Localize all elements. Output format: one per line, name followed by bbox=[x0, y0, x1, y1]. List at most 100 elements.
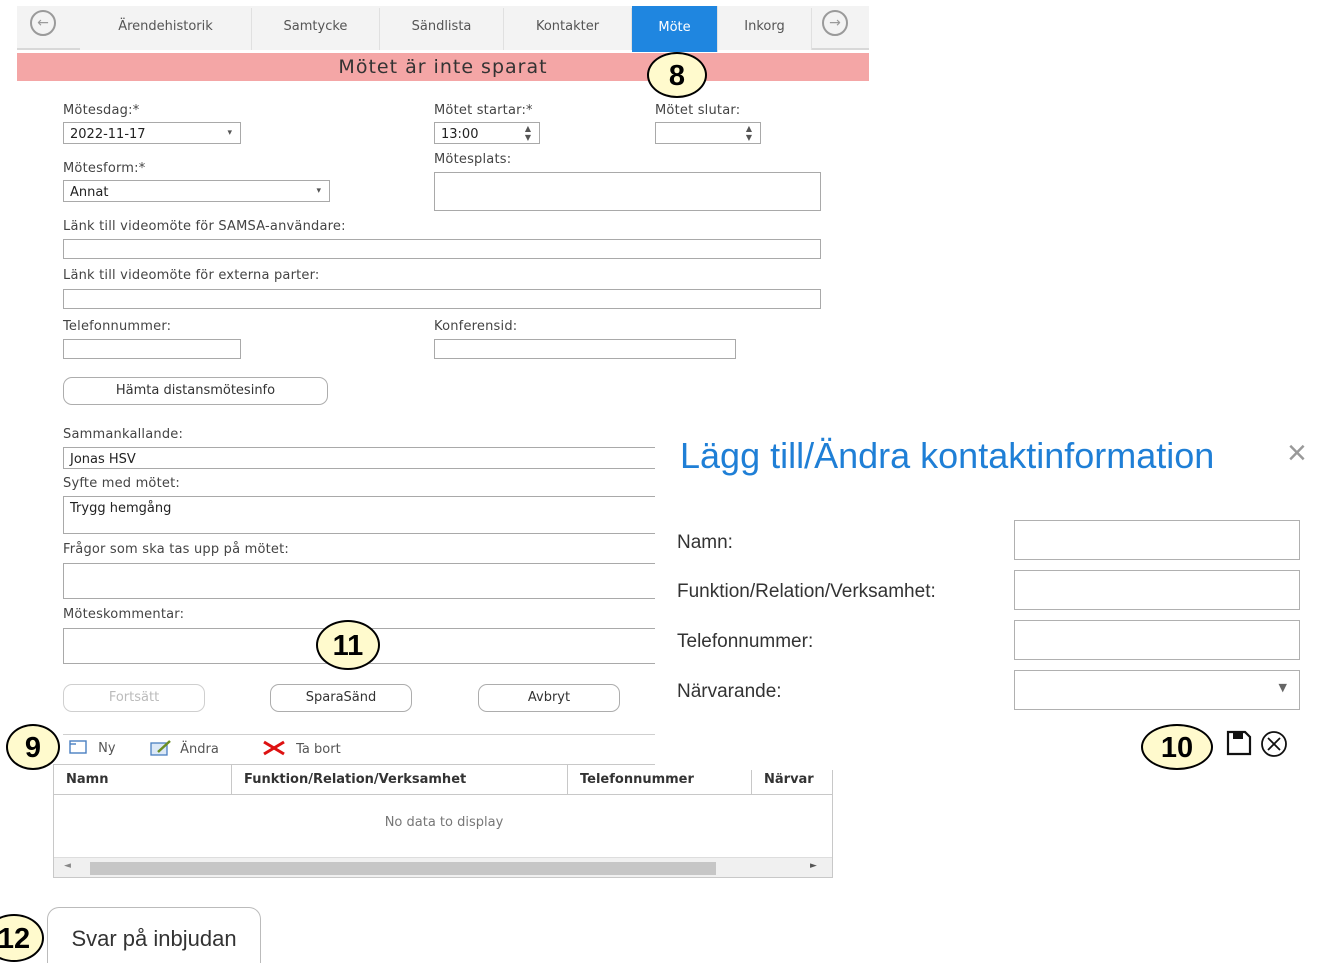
continue-button[interactable]: Fortsätt bbox=[63, 684, 205, 712]
arrow-right-circle-icon: → bbox=[829, 15, 841, 31]
spinner-icon[interactable]: ▲ ▼ bbox=[525, 124, 531, 142]
caller-input[interactable]: Jonas HSV bbox=[63, 447, 663, 469]
tab-mote[interactable]: Möte bbox=[632, 6, 718, 52]
questions-label: Frågor som ska tas upp på mötet: bbox=[63, 542, 290, 557]
tab-forward-button[interactable]: → bbox=[822, 10, 848, 36]
dialog-name-input[interactable] bbox=[1014, 520, 1300, 560]
new-document-icon bbox=[69, 740, 87, 754]
delete-contact-button[interactable]: Ta bort bbox=[262, 740, 341, 760]
comment-label: Möteskommentar: bbox=[63, 607, 185, 622]
motesdag-input[interactable]: 2022-11-17 ▾ bbox=[63, 122, 241, 144]
column-header-function[interactable]: Funktion/Relation/Verksamhet bbox=[232, 765, 568, 795]
motesdag-label: Mötesdag:* bbox=[63, 103, 140, 118]
samsa-link-input[interactable] bbox=[63, 239, 821, 259]
scroll-left-icon[interactable]: ◄ bbox=[64, 861, 71, 871]
motesform-label: Mötesform:* bbox=[63, 161, 146, 176]
callout-11: 11 bbox=[316, 620, 380, 670]
tab-kontakter[interactable]: Kontakter bbox=[504, 8, 632, 50]
column-header-name[interactable]: Namn bbox=[54, 765, 232, 795]
phone-label: Telefonnummer: bbox=[63, 319, 172, 334]
callout-10: 10 bbox=[1141, 724, 1213, 770]
scrollbar-thumb[interactable] bbox=[90, 862, 716, 875]
external-link-label: Länk till videomöte för externa parter: bbox=[63, 268, 320, 283]
reply-invitation-button[interactable]: Svar på inbjudan bbox=[47, 907, 261, 963]
dialog-present-select[interactable]: ▼ bbox=[1014, 670, 1300, 710]
external-link-input[interactable] bbox=[63, 289, 821, 309]
spinner-icon[interactable]: ▲ ▼ bbox=[746, 124, 752, 142]
motesplats-input[interactable] bbox=[434, 172, 821, 211]
button-label: SparaSänd bbox=[305, 690, 377, 705]
red-x-icon bbox=[263, 740, 285, 756]
conference-label: Konferensid: bbox=[434, 319, 518, 334]
tab-arendehistorik[interactable]: Ärendehistorik bbox=[80, 8, 252, 50]
caller-label: Sammankallande: bbox=[63, 427, 184, 442]
circle-x-icon bbox=[1261, 731, 1287, 757]
tab-label: Sändlista bbox=[411, 19, 472, 34]
tab-label: Samtycke bbox=[283, 19, 348, 34]
dialog-close-icon[interactable]: × bbox=[1287, 434, 1307, 473]
purpose-label: Syfte med mötet: bbox=[63, 476, 180, 491]
dropdown-arrow-icon: ▾ bbox=[227, 128, 232, 138]
dialog-title: Lägg till/Ändra kontaktinformation bbox=[680, 435, 1215, 476]
dialog-function-input[interactable] bbox=[1014, 570, 1300, 610]
empty-table-message: No data to display bbox=[384, 815, 504, 830]
tab-sandlista[interactable]: Sändlista bbox=[380, 8, 504, 50]
callout-9: 9 bbox=[6, 724, 60, 770]
fetch-remote-info-button[interactable]: Hämta distansmötesinfo bbox=[63, 377, 328, 405]
dialog-name-label: Namn: bbox=[677, 532, 733, 553]
tab-back-button[interactable]: ← bbox=[30, 10, 56, 36]
button-label: Avbryt bbox=[527, 690, 571, 705]
arrow-left-circle-icon: ← bbox=[37, 15, 49, 31]
unsaved-banner: Mötet är inte sparat bbox=[17, 53, 869, 81]
edit-label: Ändra bbox=[180, 742, 219, 757]
dialog-function-label: Funktion/Relation/Verksamhet: bbox=[677, 581, 936, 602]
cancel-button[interactable]: Avbryt bbox=[478, 684, 620, 712]
tab-label: Inkorg bbox=[744, 19, 785, 34]
end-time-input[interactable]: ▲ ▼ bbox=[655, 122, 761, 144]
button-label: Hämta distansmötesinfo bbox=[115, 383, 276, 398]
dialog-phone-input[interactable] bbox=[1014, 620, 1300, 660]
tab-samtycke[interactable]: Samtycke bbox=[252, 8, 380, 50]
dropdown-arrow-icon: ▾ bbox=[316, 186, 321, 196]
dropdown-arrow-icon: ▼ bbox=[1278, 681, 1287, 694]
start-time-value: 13:00 bbox=[441, 127, 479, 142]
motesplats-value bbox=[435, 177, 441, 192]
end-label: Mötet slutar: bbox=[655, 103, 741, 118]
end-time-value bbox=[656, 127, 662, 142]
callout-12: 12 bbox=[0, 914, 44, 962]
banner-text: Mötet är inte sparat bbox=[338, 56, 548, 78]
motesform-select[interactable]: Annat ▾ bbox=[63, 180, 330, 202]
toolbar-divider bbox=[63, 734, 663, 735]
contact-dialog: Lägg till/Ändra kontaktinformation × Nam… bbox=[655, 420, 1332, 770]
save-send-button[interactable]: SparaSänd bbox=[270, 684, 412, 712]
caller-value: Jonas HSV bbox=[70, 452, 136, 467]
new-label: Ny bbox=[98, 741, 116, 756]
contacts-table: Namn Funktion/Relation/Verksamhet Telefo… bbox=[53, 764, 833, 878]
scroll-right-icon[interactable]: ► bbox=[810, 861, 817, 871]
conference-input[interactable] bbox=[434, 339, 736, 359]
floppy-disk-icon bbox=[1226, 730, 1252, 756]
motesform-value: Annat bbox=[70, 185, 109, 200]
horizontal-scrollbar[interactable]: ◄ ► bbox=[54, 857, 832, 877]
tab-label: Ärendehistorik bbox=[118, 19, 213, 34]
purpose-input[interactable]: Trygg hemgång bbox=[63, 496, 663, 534]
start-label: Mötet startar:* bbox=[434, 103, 533, 118]
dialog-phone-label: Telefonnummer: bbox=[677, 631, 814, 652]
start-time-input[interactable]: 13:00 ▲ ▼ bbox=[434, 122, 540, 144]
dialog-cancel-button[interactable] bbox=[1258, 729, 1290, 761]
questions-input[interactable] bbox=[63, 563, 663, 599]
tab-inkorg[interactable]: Inkorg bbox=[718, 8, 812, 50]
samsa-link-label: Länk till videomöte för SAMSA-användare: bbox=[63, 219, 346, 234]
tab-label: Möte bbox=[658, 20, 691, 35]
dialog-save-button[interactable] bbox=[1225, 729, 1253, 757]
button-label: Fortsätt bbox=[108, 690, 160, 705]
phone-input[interactable] bbox=[63, 339, 241, 359]
edit-document-icon bbox=[150, 740, 171, 756]
purpose-value: Trygg hemgång bbox=[70, 501, 172, 516]
delete-label: Ta bort bbox=[296, 742, 341, 757]
dialog-present-label: Närvarande: bbox=[677, 681, 782, 702]
edit-contact-button[interactable]: Ändra bbox=[150, 740, 219, 760]
callout-8: 8 bbox=[647, 52, 707, 98]
motesdag-value: 2022-11-17 bbox=[70, 127, 146, 142]
new-contact-button[interactable]: Ny bbox=[68, 740, 116, 760]
